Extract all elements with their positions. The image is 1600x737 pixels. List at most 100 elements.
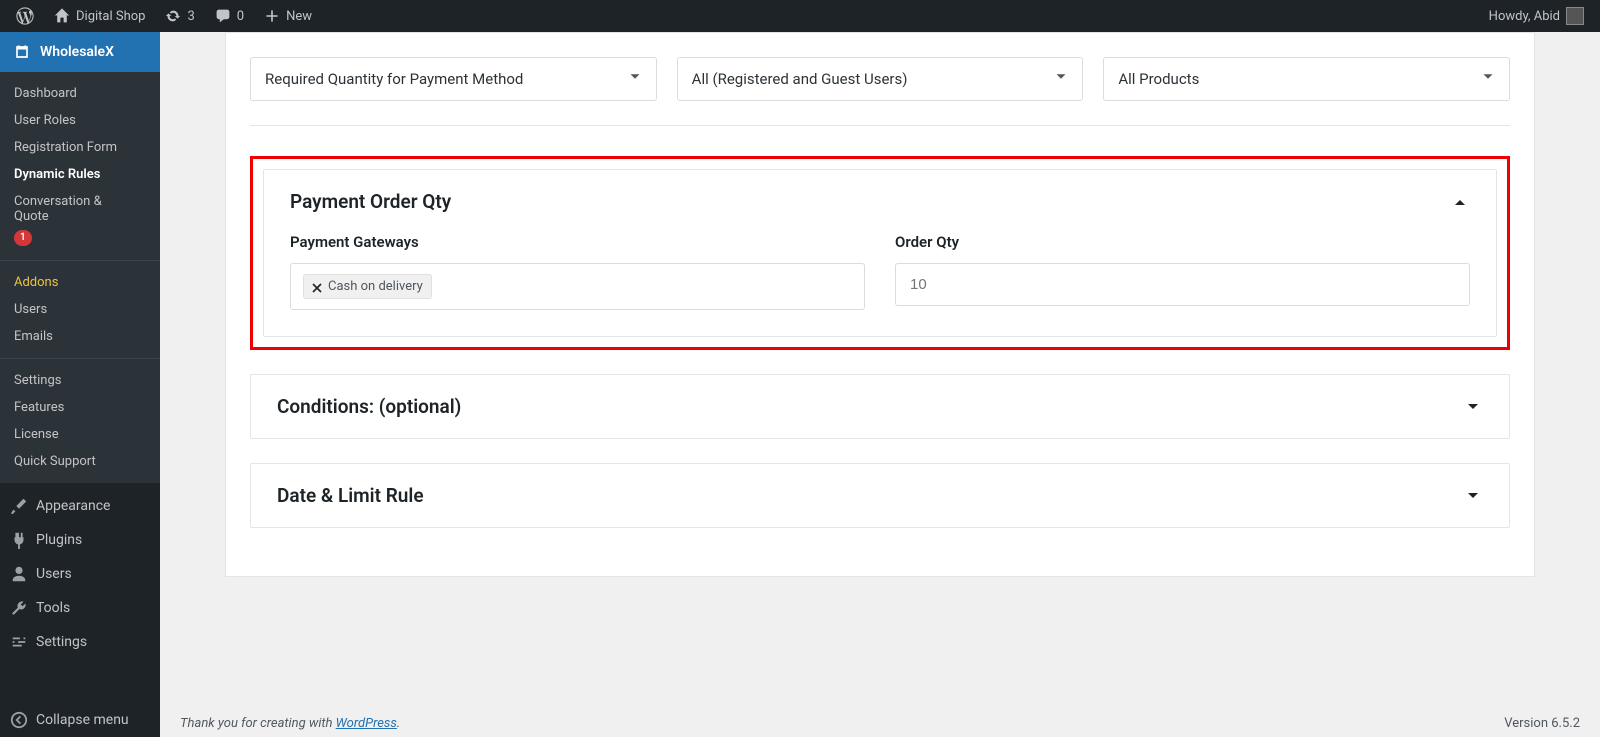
conditions-panel-header[interactable]: Conditions: (optional) [251, 375, 1509, 438]
brush-icon [10, 497, 28, 515]
plugin-icon [12, 42, 32, 62]
gateway-tag-label: Cash on delivery [328, 279, 423, 294]
user-icon [10, 565, 28, 583]
sidebar-item[interactable]: Dashboard [0, 80, 160, 107]
sidebar-item[interactable]: Addons [0, 269, 160, 296]
wordpress-icon [16, 7, 34, 25]
date-limit-panel: Date & Limit Rule [250, 463, 1510, 528]
sidebar-item-label: Emails [14, 329, 53, 344]
payment-panel-title: Payment Order Qty [290, 190, 451, 213]
avatar [1566, 7, 1584, 25]
sidebar-item[interactable]: Users [0, 296, 160, 323]
sidebar-item-label: User Roles [14, 113, 76, 128]
main-menu-item[interactable]: Tools [0, 591, 160, 625]
order-qty-field: Order Qty [895, 233, 1470, 310]
greeting: Howdy, Abid [1489, 9, 1560, 24]
payment-gateways-field: Payment Gateways Cash on delivery [290, 233, 865, 310]
conditions-panel: Conditions: (optional) [250, 374, 1510, 439]
account-link[interactable]: Howdy, Abid [1481, 0, 1592, 32]
sidebar-item[interactable]: Settings [0, 367, 160, 394]
payment-panel-header[interactable]: Payment Order Qty [264, 170, 1496, 233]
date-limit-title: Date & Limit Rule [277, 484, 424, 507]
admin-footer: Thank you for creating with WordPress. V… [180, 716, 1580, 731]
plugin-submenu-3: Settings Features License Quick Support [0, 359, 160, 483]
sidebar-item[interactable]: Registration Form [0, 134, 160, 161]
sidebar-item[interactable]: License [0, 421, 160, 448]
collapse-menu[interactable]: Collapse menu [0, 703, 160, 737]
main-menu-item[interactable]: Appearance [0, 489, 160, 523]
payment-gateways-label: Payment Gateways [290, 233, 865, 251]
comments-count: 0 [237, 9, 244, 24]
order-qty-input[interactable] [895, 263, 1470, 306]
plugin-submenu-1: Dashboard User Roles Registration Form Dyna… [0, 72, 160, 260]
admin-sidebar: WholesaleX Dashboard User Roles Registrati… [0, 32, 160, 737]
sidebar-item[interactable]: Conversation & Quote [0, 188, 160, 230]
conditions-title: Conditions: (optional) [277, 395, 461, 418]
notification-badge: 1 [14, 230, 32, 246]
sidebar-item-badge-row: 1 [0, 230, 160, 252]
plugin-title: WholesaleX [40, 44, 114, 60]
rule-type-value: Required Quantity for Payment Method [251, 58, 656, 100]
plugin-header[interactable]: WholesaleX [0, 32, 160, 72]
plus-icon [264, 8, 280, 24]
wrench-icon [10, 599, 28, 617]
tag-remove[interactable] [312, 282, 322, 292]
wp-logo[interactable] [8, 0, 42, 32]
footer-wordpress-link[interactable]: WordPress [336, 716, 397, 731]
chevron-up-icon [1450, 192, 1470, 212]
sidebar-item[interactable]: Dynamic Rules [0, 161, 160, 188]
sidebar-item-label: Settings [14, 373, 61, 388]
updates-link[interactable]: 3 [157, 0, 202, 32]
payment-order-qty-panel: Payment Order Qty Payment Gateways Cash … [263, 169, 1497, 337]
main-menu-label: Plugins [36, 532, 82, 548]
footer-version: Version 6.5.2 [1504, 716, 1580, 731]
chevron-down-icon [626, 68, 644, 90]
main-menu-item[interactable]: Users [0, 557, 160, 591]
sidebar-item-label: Conversation & Quote [14, 194, 138, 224]
main-menu-item[interactable]: Settings [0, 625, 160, 659]
sidebar-item-label: Features [14, 400, 64, 415]
home-icon [54, 8, 70, 24]
plugin-submenu-2: Addons Users Emails [0, 261, 160, 358]
collapse-label: Collapse menu [36, 712, 129, 728]
sidebar-item-label: Users [14, 302, 47, 317]
gateway-tag: Cash on delivery [303, 274, 432, 299]
sidebar-item-label: License [14, 427, 59, 442]
main-menu-label: Appearance [36, 498, 110, 514]
date-limit-panel-header[interactable]: Date & Limit Rule [251, 464, 1509, 527]
site-name: Digital Shop [76, 9, 145, 24]
content-area: Required Quantity for Payment Method All… [160, 32, 1600, 737]
updates-count: 3 [187, 9, 194, 24]
product-scope-select[interactable]: All Products [1103, 57, 1510, 101]
main-menu-item[interactable]: Plugins [0, 523, 160, 557]
site-link[interactable]: Digital Shop [46, 0, 153, 32]
main-menu-label: Tools [36, 600, 70, 616]
comments-link[interactable]: 0 [207, 0, 252, 32]
sidebar-item[interactable]: Emails [0, 323, 160, 350]
chevron-down-icon [1463, 397, 1483, 417]
product-scope-value: All Products [1104, 58, 1509, 100]
sidebar-item[interactable]: Features [0, 394, 160, 421]
payment-gateways-input[interactable]: Cash on delivery [290, 263, 865, 310]
sidebar-item-label: Addons [14, 275, 58, 290]
sidebar-item[interactable]: User Roles [0, 107, 160, 134]
footer-suffix: . [397, 716, 400, 731]
collapse-icon [10, 711, 28, 729]
admin-main-menu: Appearance Plugins Users Tools Settings [0, 483, 160, 659]
new-link[interactable]: New [256, 0, 320, 32]
chevron-down-icon [1463, 486, 1483, 506]
plug-icon [10, 531, 28, 549]
sidebar-item[interactable]: Quick Support [0, 448, 160, 475]
rule-selects-row: Required Quantity for Payment Method All… [250, 57, 1510, 101]
footer-thanks-prefix: Thank you for creating with [180, 716, 336, 731]
sidebar-item-label: Dashboard [14, 86, 77, 101]
new-label: New [286, 9, 312, 24]
user-scope-select[interactable]: All (Registered and Guest Users) [677, 57, 1084, 101]
annotation-highlight: Payment Order Qty Payment Gateways Cash … [250, 156, 1510, 350]
rule-type-select[interactable]: Required Quantity for Payment Method [250, 57, 657, 101]
sliders-icon [10, 633, 28, 651]
sidebar-item-label: Quick Support [14, 454, 96, 469]
chevron-down-icon [1479, 68, 1497, 90]
sidebar-item-label: Registration Form [14, 140, 117, 155]
main-menu-label: Users [36, 566, 72, 582]
